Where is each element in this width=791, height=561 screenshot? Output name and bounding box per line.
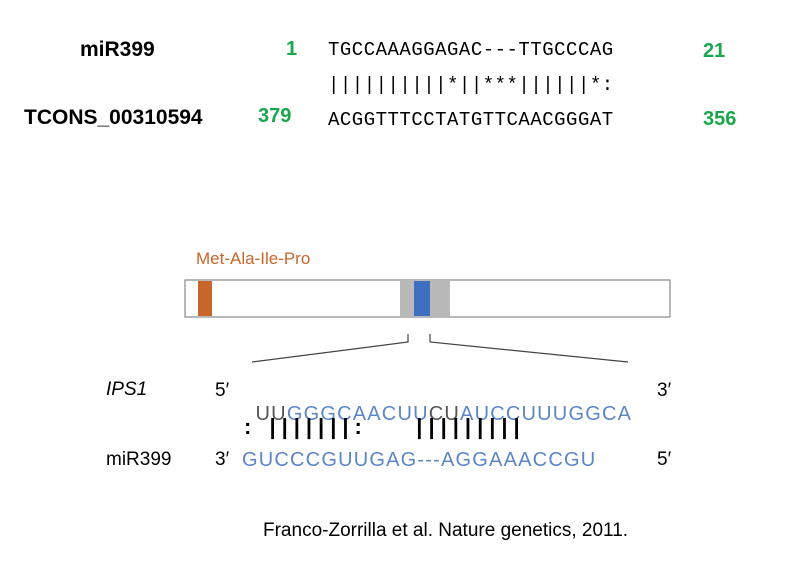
mir399-five-prime: 5′ xyxy=(657,449,672,470)
citation: Franco-Zorrilla et al. Nature genetics, … xyxy=(263,520,629,541)
zoom-line-left xyxy=(251,334,409,363)
mir399-label: miR399 xyxy=(106,449,172,470)
target-site-flank-left xyxy=(400,281,414,316)
target-site-flank-right xyxy=(430,281,450,316)
ips1-transcript-diagram xyxy=(184,279,671,363)
ips1-label: IPS1 xyxy=(106,379,148,400)
zoom-line-right xyxy=(429,334,629,363)
mir399-sequence: GUCCCGUUGAG---AGGAAACCGU xyxy=(242,449,597,471)
peptide-orf-marker xyxy=(198,281,212,316)
ips1-five-prime: 5′ xyxy=(215,380,230,401)
target-site-marker xyxy=(414,281,430,316)
ips1-three-prime: 3′ xyxy=(657,380,672,401)
pairing-line: : |||||||: ||||||||| xyxy=(244,414,526,439)
mir399-three-prime: 3′ xyxy=(215,449,230,470)
